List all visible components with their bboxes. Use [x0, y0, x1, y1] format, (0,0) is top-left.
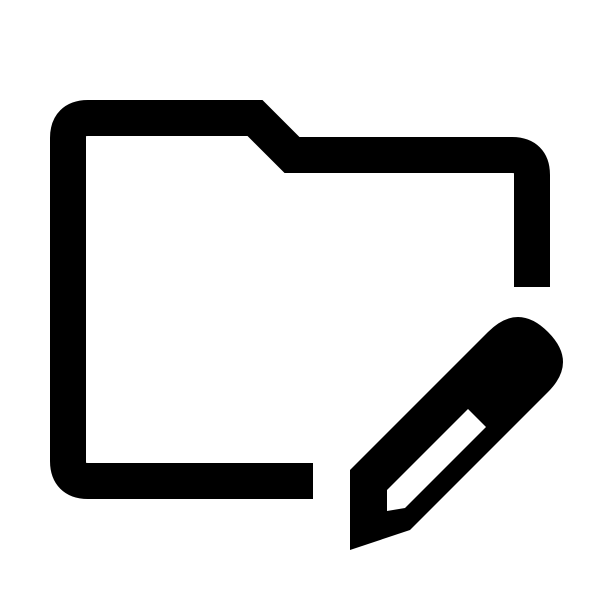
- folder-edit-svg: [50, 100, 563, 550]
- icon-canvas: [0, 0, 600, 600]
- folder-edit-icon: [0, 0, 600, 600]
- pencil-icon: [350, 317, 563, 550]
